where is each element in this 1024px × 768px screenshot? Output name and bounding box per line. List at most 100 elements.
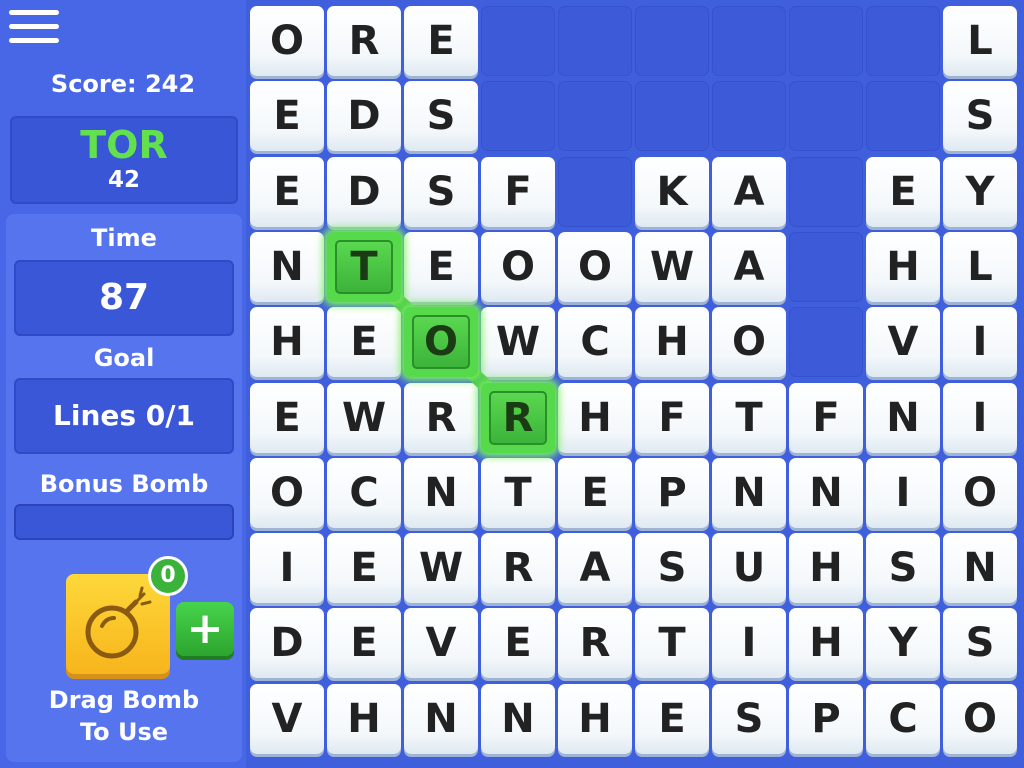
selected-letter: O <box>412 315 470 370</box>
letter-tile[interactable]: P <box>635 457 709 528</box>
letter-tile[interactable]: A <box>558 533 632 604</box>
letter-tile[interactable]: O <box>558 231 632 302</box>
letter-tile[interactable]: N <box>250 231 324 302</box>
letter-tile[interactable]: E <box>635 683 709 754</box>
letter-tile[interactable]: H <box>250 307 324 378</box>
letter-tile[interactable]: A <box>712 231 786 302</box>
letter-tile[interactable]: L <box>943 6 1017 76</box>
letter-tile[interactable]: S <box>404 156 478 227</box>
letter-tile[interactable]: H <box>327 683 401 754</box>
letter-tile[interactable]: E <box>404 6 478 76</box>
letter-tile[interactable]: N <box>404 683 478 754</box>
letter-tile[interactable]: P <box>789 683 863 754</box>
empty-cell <box>558 156 632 227</box>
letter-tile[interactable]: I <box>712 608 786 679</box>
letter-tile[interactable]: W <box>404 533 478 604</box>
letter-tile[interactable]: I <box>250 533 324 604</box>
letter-tile[interactable]: R <box>327 6 401 76</box>
letter-tile[interactable]: R <box>481 533 555 604</box>
letter-tile[interactable]: D <box>327 156 401 227</box>
letter-tile[interactable]: O <box>943 683 1017 754</box>
letter-tile[interactable]: V <box>250 683 324 754</box>
letter-tile[interactable]: U <box>712 533 786 604</box>
add-bomb-button[interactable]: + <box>176 602 234 656</box>
letter-tile[interactable]: S <box>404 81 478 152</box>
letter-tile[interactable]: N <box>712 457 786 528</box>
letter-tile[interactable]: E <box>250 156 324 227</box>
empty-cell <box>558 6 632 76</box>
letter-tile[interactable]: Y <box>943 156 1017 227</box>
letter-tile[interactable]: H <box>789 533 863 604</box>
letter-tile[interactable]: V <box>866 307 940 378</box>
letter-tile[interactable]: O <box>250 457 324 528</box>
hamburger-menu-icon[interactable] <box>9 10 59 48</box>
letter-tile[interactable]: D <box>250 608 324 679</box>
letter-tile[interactable]: R <box>558 608 632 679</box>
empty-cell <box>558 81 632 152</box>
letter-tile[interactable]: H <box>558 683 632 754</box>
selected-letter-tile[interactable]: T <box>327 231 401 302</box>
letter-tile[interactable]: E <box>250 382 324 453</box>
letter-tile[interactable]: T <box>481 457 555 528</box>
letter-tile[interactable]: K <box>635 156 709 227</box>
letter-tile[interactable]: E <box>404 231 478 302</box>
letter-tile[interactable]: S <box>712 683 786 754</box>
letter-tile[interactable]: F <box>789 382 863 453</box>
letter-tile[interactable]: I <box>943 382 1017 453</box>
letter-tile[interactable]: F <box>481 156 555 227</box>
bonus-bomb-progress-bar <box>14 504 234 540</box>
letter-tile[interactable]: N <box>404 457 478 528</box>
letter-tile[interactable]: H <box>558 382 632 453</box>
letter-tile[interactable]: E <box>866 156 940 227</box>
current-word-box: TOR 42 <box>10 116 238 204</box>
empty-cell <box>481 6 555 76</box>
letter-tile[interactable]: I <box>943 307 1017 378</box>
letter-tile[interactable]: Y <box>866 608 940 679</box>
letter-tile[interactable]: H <box>866 231 940 302</box>
empty-cell <box>789 156 863 227</box>
letter-tile[interactable]: O <box>250 6 324 76</box>
letter-tile[interactable]: W <box>481 307 555 378</box>
letter-tile[interactable]: S <box>943 608 1017 679</box>
letter-tile[interactable]: C <box>866 683 940 754</box>
letter-tile[interactable]: E <box>558 457 632 528</box>
letter-tile[interactable]: R <box>404 382 478 453</box>
letter-tile[interactable]: D <box>327 81 401 152</box>
letter-tile[interactable]: E <box>327 533 401 604</box>
letter-tile[interactable]: O <box>481 231 555 302</box>
letter-tile[interactable]: W <box>635 231 709 302</box>
letter-tile[interactable]: N <box>866 382 940 453</box>
goal-value: Lines 0/1 <box>14 378 234 454</box>
letter-tile[interactable]: N <box>943 533 1017 604</box>
letter-tile[interactable]: E <box>327 608 401 679</box>
letter-tile[interactable]: W <box>327 382 401 453</box>
letter-tile[interactable]: S <box>866 533 940 604</box>
letter-tile[interactable]: N <box>481 683 555 754</box>
empty-cell <box>481 81 555 152</box>
selected-letter-tile[interactable]: R <box>481 382 555 453</box>
selected-letter-tile[interactable]: O <box>404 307 478 378</box>
letter-tile[interactable]: O <box>943 457 1017 528</box>
letter-tile[interactable]: H <box>789 608 863 679</box>
letter-tile[interactable]: I <box>866 457 940 528</box>
letter-tile[interactable]: E <box>481 608 555 679</box>
letter-tile[interactable]: C <box>327 457 401 528</box>
letter-board[interactable]: ORELEDSSEDSFKAEYNEOOWAHLHEWCHOVIEWRHFTFN… <box>248 0 1024 768</box>
letter-tile[interactable]: N <box>789 457 863 528</box>
letter-tile[interactable]: H <box>635 307 709 378</box>
drag-bomb-label: Drag Bomb To Use <box>6 684 242 748</box>
empty-cell <box>789 307 863 378</box>
letter-tile[interactable]: T <box>635 608 709 679</box>
letter-tile[interactable]: V <box>404 608 478 679</box>
letter-tile[interactable]: F <box>635 382 709 453</box>
letter-tile[interactable]: E <box>327 307 401 378</box>
letter-tile[interactable]: L <box>943 231 1017 302</box>
letter-tile[interactable]: O <box>712 307 786 378</box>
bonus-bomb-label: Bonus Bomb <box>39 470 209 498</box>
letter-tile[interactable]: S <box>943 81 1017 152</box>
letter-tile[interactable]: T <box>712 382 786 453</box>
letter-tile[interactable]: S <box>635 533 709 604</box>
letter-tile[interactable]: C <box>558 307 632 378</box>
letter-tile[interactable]: A <box>712 156 786 227</box>
letter-tile[interactable]: E <box>250 81 324 152</box>
